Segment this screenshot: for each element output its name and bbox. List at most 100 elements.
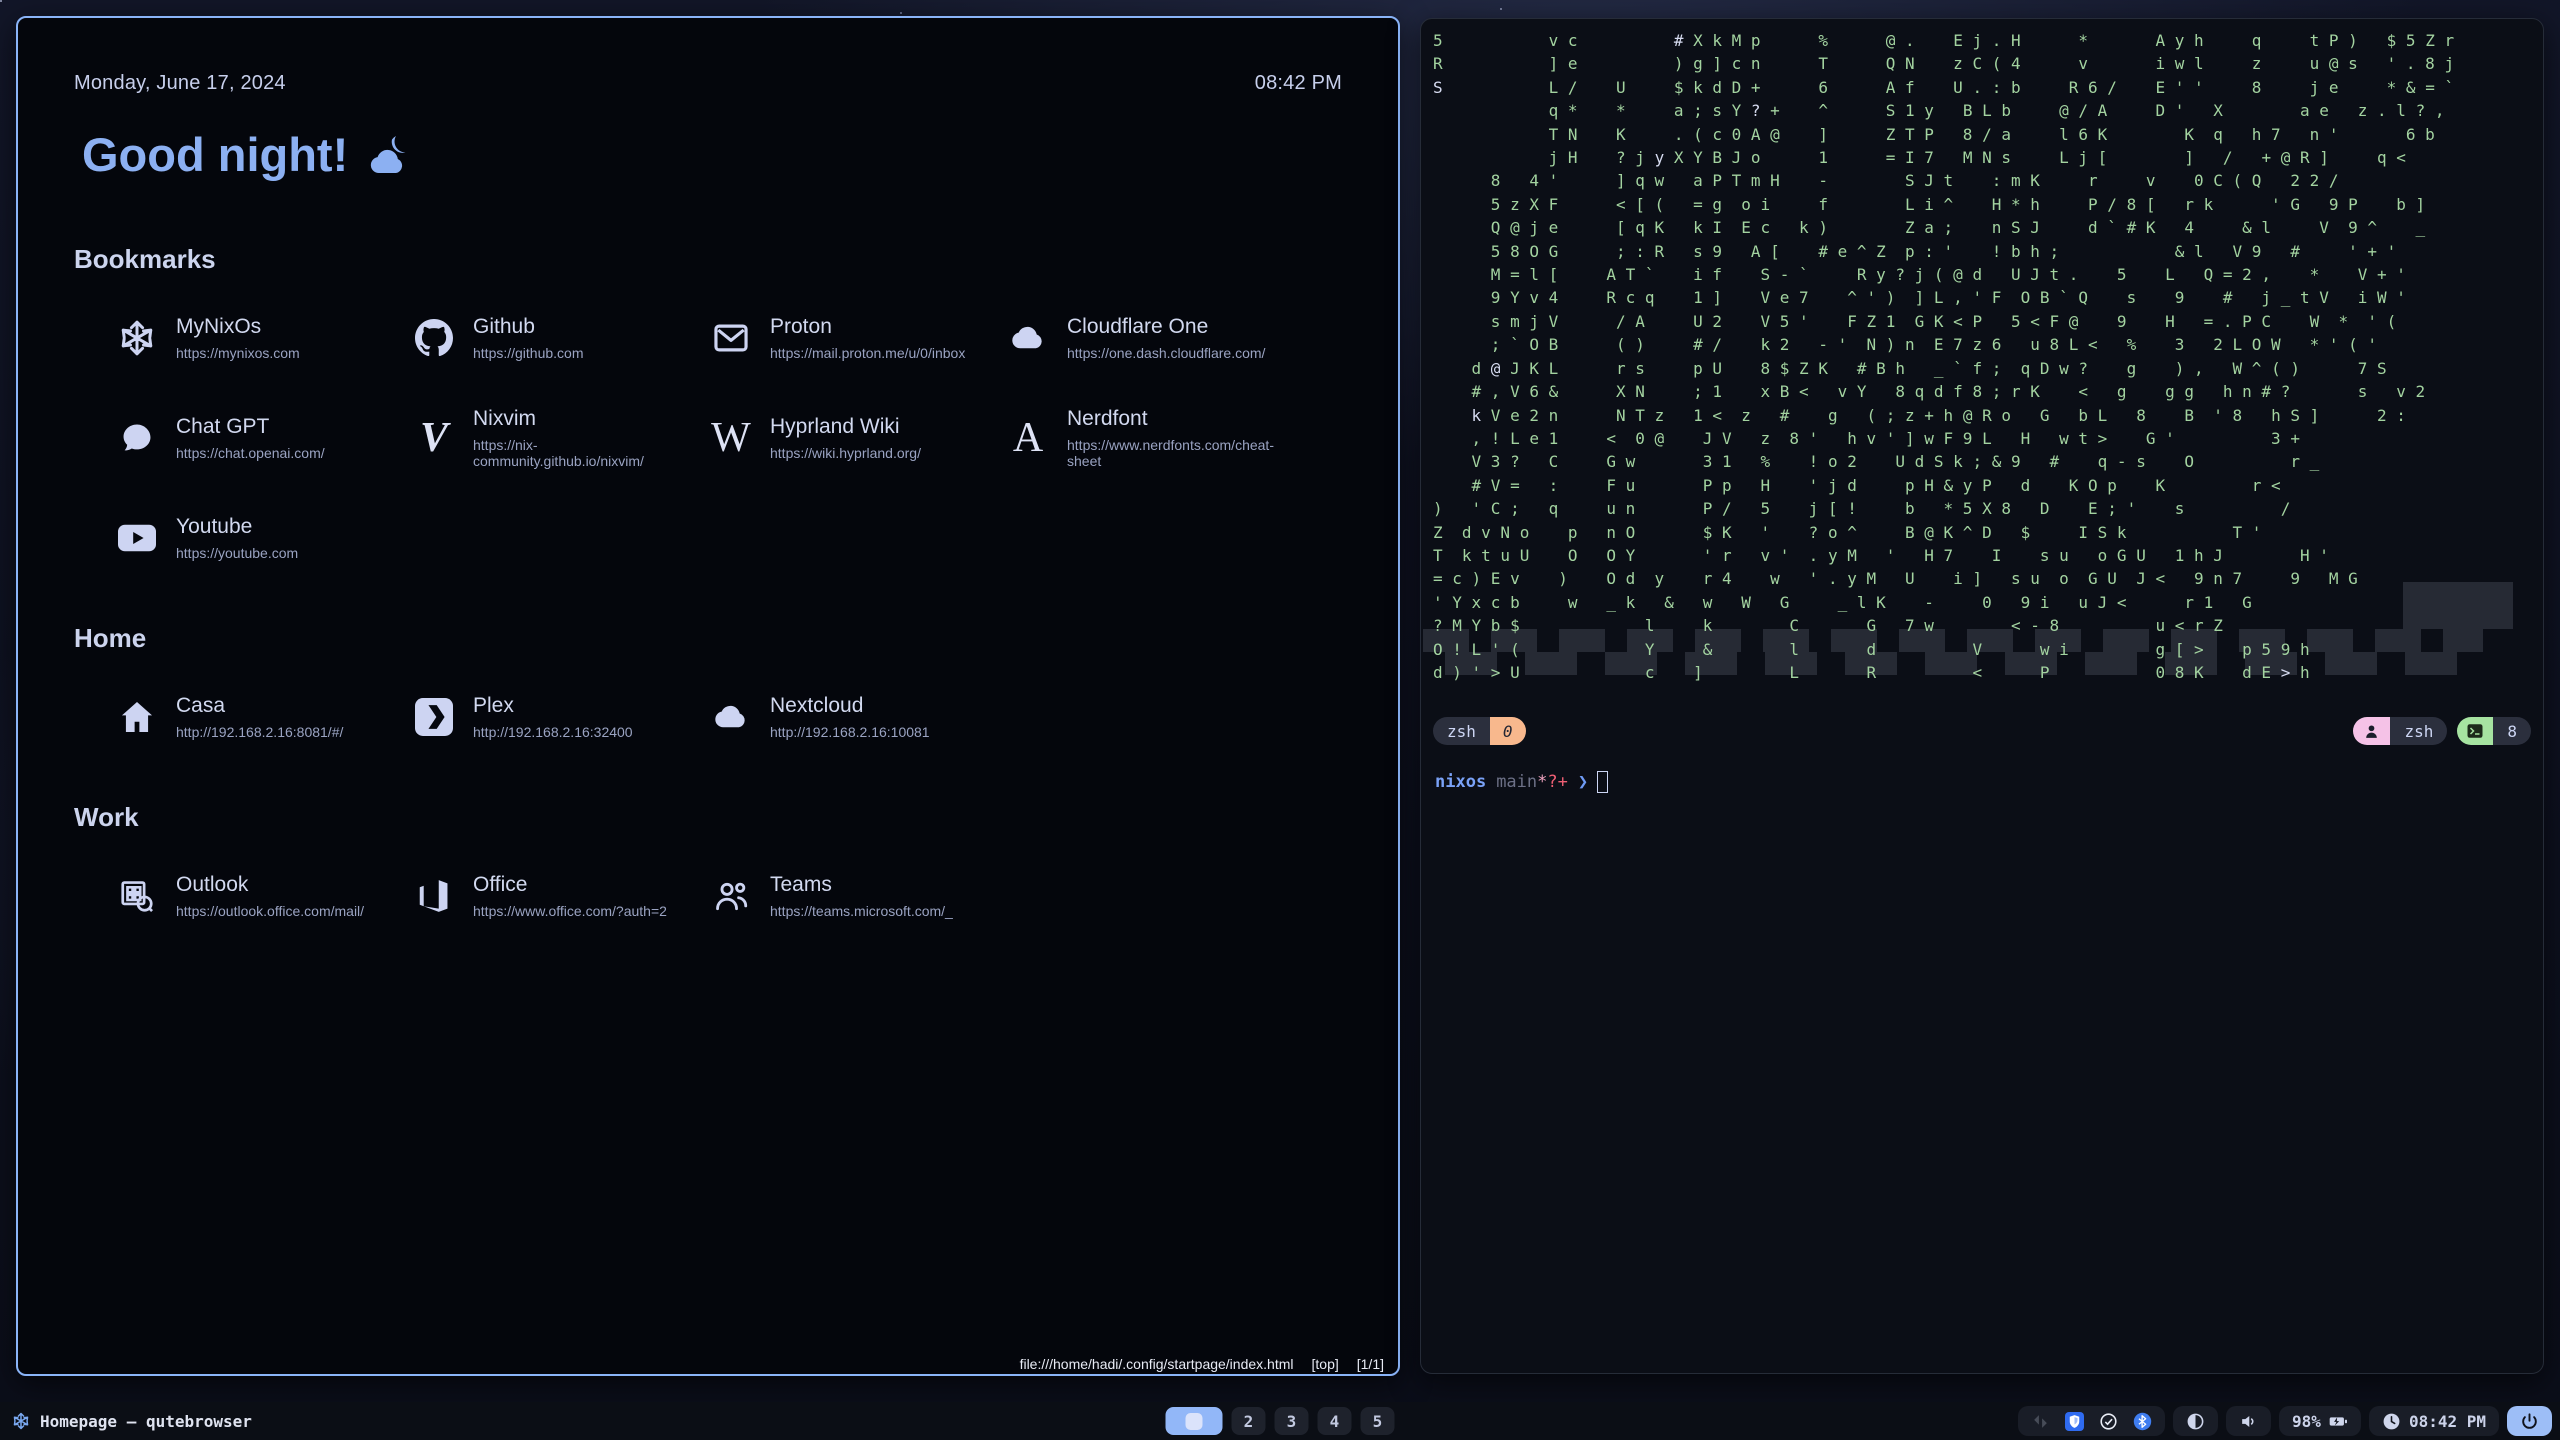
bookmark-name: Proton	[770, 315, 965, 339]
bookmark-link[interactable]: Youtube https://youtube.com	[114, 515, 411, 561]
contrast-icon	[2186, 1412, 2205, 1431]
prompt-git-branch: main	[1496, 772, 1537, 792]
prompt-git-question: ?	[1547, 772, 1557, 792]
bookmark-link[interactable]: Office https://www.office.com/?auth=2	[411, 873, 708, 919]
plex-icon	[411, 694, 457, 740]
bookmark-link[interactable]: Teams https://teams.microsoft.com/_	[708, 873, 1005, 919]
bookmark-name: Teams	[770, 873, 953, 897]
workspace-3[interactable]: 3	[1275, 1407, 1309, 1435]
greeting: Good night!	[82, 127, 1342, 182]
bookmark-url: http://192.168.2.16:8081/#/	[176, 724, 343, 740]
bookmark-url: https://mail.proton.me/u/0/inbox	[770, 345, 965, 361]
chat-bubble-icon	[114, 415, 160, 461]
bookmark-url: https://outlook.office.com/mail/	[176, 903, 364, 919]
qutebrowser-window: Monday, June 17, 2024 08:42 PM Good nigh…	[16, 16, 1400, 1376]
startpage-section: Bookmarks MyNixOs https://mynixos.com Gi…	[74, 244, 1342, 561]
prompt-git-plus: +	[1558, 772, 1568, 792]
user-icon	[2363, 723, 2380, 740]
bookmark-url: https://www.nerdfonts.com/cheat-sheet	[1067, 437, 1302, 469]
startpage-date: Monday, June 17, 2024	[74, 72, 286, 95]
prompt-arrow: ❯	[1578, 772, 1588, 792]
active-workspace-indicator	[1186, 1413, 1203, 1430]
home-icon	[114, 694, 160, 740]
check-circle-icon[interactable]	[2099, 1412, 2118, 1431]
link-grid: Outlook https://outlook.office.com/mail/…	[114, 873, 1342, 919]
bookmark-link[interactable]: W Hyprland Wiki https://wiki.hyprland.or…	[708, 407, 1005, 469]
bookmark-link[interactable]: Github https://github.com	[411, 315, 708, 361]
prompt-host: nixos	[1435, 772, 1486, 792]
bookmark-link[interactable]: Proton https://mail.proton.me/u/0/inbox	[708, 315, 1005, 361]
bookmark-name: Nerdfont	[1067, 407, 1302, 431]
bookmark-link[interactable]: Outlook https://outlook.office.com/mail/	[114, 873, 411, 919]
tmux-statusbar: zsh 0 zsh	[1433, 716, 2531, 746]
bookmark-link[interactable]: MyNixOs https://mynixos.com	[114, 315, 411, 361]
clock-text: 08:42 PM	[2409, 1412, 2486, 1431]
workspace-4[interactable]: 4	[1318, 1407, 1352, 1435]
section-title: Bookmarks	[74, 244, 1342, 275]
power-button[interactable]	[2507, 1406, 2552, 1436]
bluetooth-icon[interactable]	[2133, 1412, 2152, 1431]
link-grid: MyNixOs https://mynixos.com Github https…	[114, 315, 1342, 561]
tmux-shell-label: zsh	[2390, 717, 2447, 745]
battery-module[interactable]: 98%	[2279, 1406, 2361, 1436]
bookmark-url: http://192.168.2.16:32400	[473, 724, 633, 740]
nixos-logo-icon	[12, 1412, 30, 1430]
startpage-time: 08:42 PM	[1255, 72, 1342, 95]
power-icon	[2520, 1412, 2539, 1431]
night-light-module[interactable]	[2173, 1406, 2218, 1436]
bookmark-url: https://youtube.com	[176, 545, 298, 561]
waybar-window-title: Homepage — qutebrowser	[40, 1412, 252, 1431]
bookmark-name: Github	[473, 315, 584, 339]
tmux-user-segment	[2353, 717, 2390, 745]
bookmark-url: https://www.office.com/?auth=2	[473, 903, 667, 919]
waybar-window-title-module: Homepage — qutebrowser	[12, 1412, 252, 1431]
terminal-window: 5 v c # X k M p % @ . E j . H * A y h q …	[1420, 18, 2544, 1374]
bookmark-name: Casa	[176, 694, 343, 718]
bookmark-link[interactable]: Chat GPT https://chat.openai.com/	[114, 407, 411, 469]
kdeconnect-icon[interactable]	[2031, 1412, 2050, 1431]
startpage-sections: Bookmarks MyNixOs https://mynixos.com Gi…	[74, 244, 1342, 919]
moon-cloud-icon	[362, 135, 414, 175]
statusbar-url: file:///home/hadi/.config/startpage/inde…	[1020, 1356, 1294, 1372]
bookmark-url: https://wiki.hyprland.org/	[770, 445, 921, 461]
bookmark-name: Chat GPT	[176, 415, 325, 439]
vim-icon: V	[411, 415, 457, 461]
bookmark-link[interactable]: Plex http://192.168.2.16:32400	[411, 694, 708, 740]
bookmark-link[interactable]: Cloudflare One https://one.dash.cloudfla…	[1005, 315, 1302, 361]
tmux-window-index[interactable]: 0	[1490, 717, 1526, 745]
bookmark-link[interactable]: Casa http://192.168.2.16:8081/#/	[114, 694, 411, 740]
bookmark-name: MyNixOs	[176, 315, 300, 339]
section-title: Home	[74, 623, 1342, 654]
statusbar-scroll-position: [top]	[1312, 1356, 1339, 1372]
bookmark-name: Outlook	[176, 873, 364, 897]
bookmark-link[interactable]: V Nixvim https://nix-community.github.io…	[411, 407, 708, 469]
office-icon	[411, 873, 457, 919]
youtube-icon	[114, 515, 160, 561]
bookmark-name: Nextcloud	[770, 694, 930, 718]
clock-module[interactable]: 08:42 PM	[2369, 1406, 2499, 1436]
mail-icon	[708, 315, 754, 361]
github-icon	[411, 315, 457, 361]
volume-module[interactable]	[2226, 1406, 2271, 1436]
nixos-snowflake-icon	[114, 315, 160, 361]
system-tray	[2018, 1406, 2165, 1436]
cloud-icon	[1005, 315, 1051, 361]
workspace-5[interactable]: 5	[1361, 1407, 1395, 1435]
bookmark-name: Nixvim	[473, 407, 708, 431]
section-title: Work	[74, 802, 1342, 833]
tmux-session-name[interactable]: zsh	[1433, 717, 1490, 745]
bookmark-url: http://192.168.2.16:10081	[770, 724, 930, 740]
startpage-section: Work Outlook https://outlook.office.com/…	[74, 802, 1342, 919]
workspace-2[interactable]: 2	[1232, 1407, 1266, 1435]
bookmark-link[interactable]: A Nerdfont https://www.nerdfonts.com/che…	[1005, 407, 1302, 469]
workspace-1-active[interactable]	[1166, 1407, 1223, 1435]
link-grid: Casa http://192.168.2.16:8081/#/ Plex ht…	[114, 694, 1342, 740]
bookmark-link[interactable]: Nextcloud http://192.168.2.16:10081	[708, 694, 1005, 740]
shell-prompt[interactable]: nixos main * ? + ❯	[1435, 771, 1608, 793]
wikipedia-icon: W	[708, 415, 754, 461]
bitwarden-icon[interactable]	[2065, 1412, 2084, 1431]
clock-icon	[2382, 1412, 2401, 1431]
bookmark-url: https://one.dash.cloudflare.com/	[1067, 345, 1265, 361]
prompt-git-star: *	[1537, 772, 1547, 792]
battery-percentage: 98%	[2292, 1412, 2321, 1431]
